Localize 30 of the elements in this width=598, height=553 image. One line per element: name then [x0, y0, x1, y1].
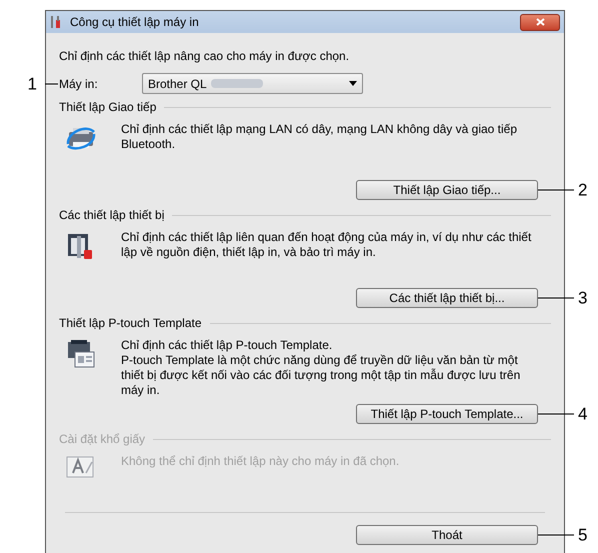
section-heading: Cài đặt khổ giấy: [59, 431, 146, 448]
printer-label: Máy in:: [59, 76, 99, 92]
dialog-button[interactable]: Thiết lập P-touch Template...: [356, 404, 538, 424]
dialog-button[interactable]: Thoát: [356, 525, 538, 545]
close-button[interactable]: [520, 14, 560, 30]
section-description: Chỉ định các thiết lập mạng LAN có dây, mạng LAN không dây và giao tiếp Bluetooth.: [121, 122, 518, 153]
leader-line: [538, 534, 574, 536]
section-description: Không thể chỉ định thiết lập này cho máy in đã chọn.: [121, 454, 400, 470]
printer-dropdown[interactable]: Brother QL: [142, 73, 363, 94]
printer-template-icon: [65, 338, 97, 370]
dropdown-arrow-icon: [349, 81, 357, 86]
section-description: Chỉ định các thiết lập liên quan đến hoạt động của máy in, ví dụ như các thiết lập về nguồn điện, thiết lập in, và bảo trì máy in.: [121, 230, 532, 261]
callout-number: 2: [578, 182, 588, 198]
section-heading: Thiết lập P-touch Template: [59, 315, 202, 332]
callout-number: 5: [578, 526, 588, 544]
window-title: Công cụ thiết lập máy in: [70, 14, 199, 31]
dialog-button[interactable]: Thiết lập Giao tiếp...: [356, 180, 538, 200]
close-icon: [536, 18, 544, 26]
intro-text: Chỉ định các thiết lập nâng cao cho máy in được chọn.: [59, 48, 350, 65]
section-description: Chỉ định các thiết lập P-touch Template. P-touch Template là một chức năng dùng để truyền dữ liệu văn bản từ một thiết bị được kết nối vào các đối tượng trong một tập tin mẫu được lưu trên máy in.: [121, 338, 522, 398]
callout-number: 1: [28, 75, 37, 92]
printer-name: Brother QL: [148, 76, 207, 92]
callout-number: 3: [578, 290, 588, 306]
section-heading: Các thiết lập thiết bị: [59, 207, 164, 224]
blurred-model: [210, 79, 263, 88]
section-heading: Thiết lập Giao tiếp: [59, 99, 156, 116]
leader-line: [45, 83, 58, 84]
callout-number: 4: [578, 406, 588, 422]
dialog-button[interactable]: Các thiết lập thiết bị...: [356, 288, 538, 308]
tools-icon: [50, 15, 62, 29]
